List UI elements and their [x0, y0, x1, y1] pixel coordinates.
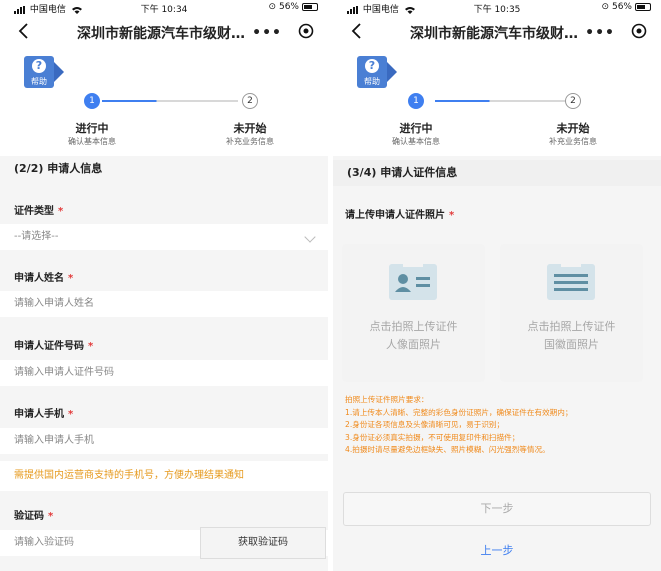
phone-input[interactable]: 请输入申请人手机: [0, 428, 328, 454]
upload-emblem-card[interactable]: 点击拍照上传证件 国徽面照片: [500, 244, 643, 382]
progress-line: [435, 100, 571, 102]
more-icon[interactable]: •••: [252, 25, 282, 41]
screen-applicant-info: 中国电信 下午 10:34 ⊙ 56% 深圳市新能源汽车市级财… ••• ? 帮…: [0, 0, 328, 571]
step-1-subtitle: 确认基本信息: [392, 137, 440, 146]
steps-area: ? 帮助 1 2 进行中 确认基本信息 未开始 补充业务信息: [333, 46, 661, 156]
lock-rotation-icon: ⊙: [268, 2, 276, 12]
phone-label: 申请人手机 *: [14, 409, 74, 420]
id-number-label: 申请人证件号码 *: [14, 341, 94, 352]
battery-icon: [635, 3, 651, 11]
phone-warning: 需提供国内运营商支持的手机号，方便办理结果通知: [0, 461, 328, 491]
step-1-circle: 1: [84, 93, 100, 109]
help-label: 帮助: [364, 77, 380, 86]
lock-rotation-icon: ⊙: [601, 2, 609, 12]
question-icon: ?: [365, 59, 379, 73]
doc-type-label: 证件类型 *: [14, 206, 64, 217]
step-2-title: 未开始: [556, 122, 590, 135]
step-2-circle: 2: [565, 93, 581, 109]
more-icon[interactable]: •••: [585, 25, 615, 41]
help-label: 帮助: [31, 77, 47, 86]
nav-bar: 深圳市新能源汽车市级财… •••: [0, 16, 328, 46]
step-2-title: 未开始: [233, 122, 267, 135]
step-2-circle: 2: [242, 93, 258, 109]
step-1-circle: 1: [408, 93, 424, 109]
step-1-subtitle: 确认基本信息: [68, 137, 116, 146]
prev-button[interactable]: 上一步: [343, 542, 651, 562]
page-title: 深圳市新能源汽车市级财…: [77, 26, 245, 42]
id-card-portrait-icon: [389, 264, 437, 300]
section-title: (3/4) 申请人证件信息: [333, 160, 661, 186]
screen-applicant-id: 中国电信 下午 10:35 ⊙ 56% 深圳市新能源汽车市级财… ••• ? 帮…: [333, 0, 661, 571]
step-2-subtitle: 补充业务信息: [226, 137, 274, 146]
battery-percent: 56%: [611, 2, 632, 12]
close-mini-program-icon[interactable]: [631, 23, 647, 39]
step-2-subtitle: 补充业务信息: [549, 137, 597, 146]
question-icon: ?: [32, 59, 46, 73]
id-card-emblem-icon: [547, 264, 595, 300]
section-title: (2/2) 申请人信息: [14, 162, 103, 175]
step-1-title: 进行中: [75, 122, 109, 135]
battery-percent: 56%: [278, 2, 299, 12]
upload-requirements: 拍照上传证件照片要求： 1.请上传本人清晰、完整的彩色身份证照片，确保证件在有效…: [345, 395, 573, 454]
close-mini-program-icon[interactable]: [298, 23, 314, 39]
help-button[interactable]: ? 帮助: [357, 56, 397, 88]
back-icon[interactable]: [349, 22, 365, 40]
code-label: 验证码 *: [14, 511, 54, 522]
step-1-title: 进行中: [399, 122, 433, 135]
status-bar: 中国电信 下午 10:35 ⊙ 56%: [333, 0, 661, 16]
back-icon[interactable]: [16, 22, 32, 40]
upload-label: 请上传申请人证件照片 *: [345, 210, 455, 221]
upload-portrait-card[interactable]: 点击拍照上传证件 人像面照片: [342, 244, 485, 382]
battery-icon: [302, 3, 318, 11]
progress-line: [102, 100, 238, 102]
chevron-down-icon: [304, 231, 316, 243]
battery: ⊙ 56%: [601, 2, 651, 12]
get-code-button[interactable]: 获取验证码: [200, 527, 326, 559]
name-input[interactable]: 请输入申请人姓名: [0, 291, 328, 317]
steps-area: ? 帮助 1 2 进行中 确认基本信息 未开始 补充业务信息: [0, 46, 328, 156]
status-bar: 中国电信 下午 10:34 ⊙ 56%: [0, 0, 328, 16]
page-title: 深圳市新能源汽车市级财…: [410, 26, 578, 42]
name-label: 申请人姓名 *: [14, 273, 74, 284]
next-button[interactable]: 下一步: [343, 492, 651, 526]
arrow-icon: [54, 62, 64, 82]
arrow-icon: [387, 62, 397, 82]
help-button[interactable]: ? 帮助: [24, 56, 64, 88]
doc-type-select[interactable]: --请选择--: [0, 224, 328, 250]
battery: ⊙ 56%: [268, 2, 318, 12]
nav-bar: 深圳市新能源汽车市级财… •••: [333, 16, 661, 46]
id-number-input[interactable]: 请输入申请人证件号码: [0, 360, 328, 386]
